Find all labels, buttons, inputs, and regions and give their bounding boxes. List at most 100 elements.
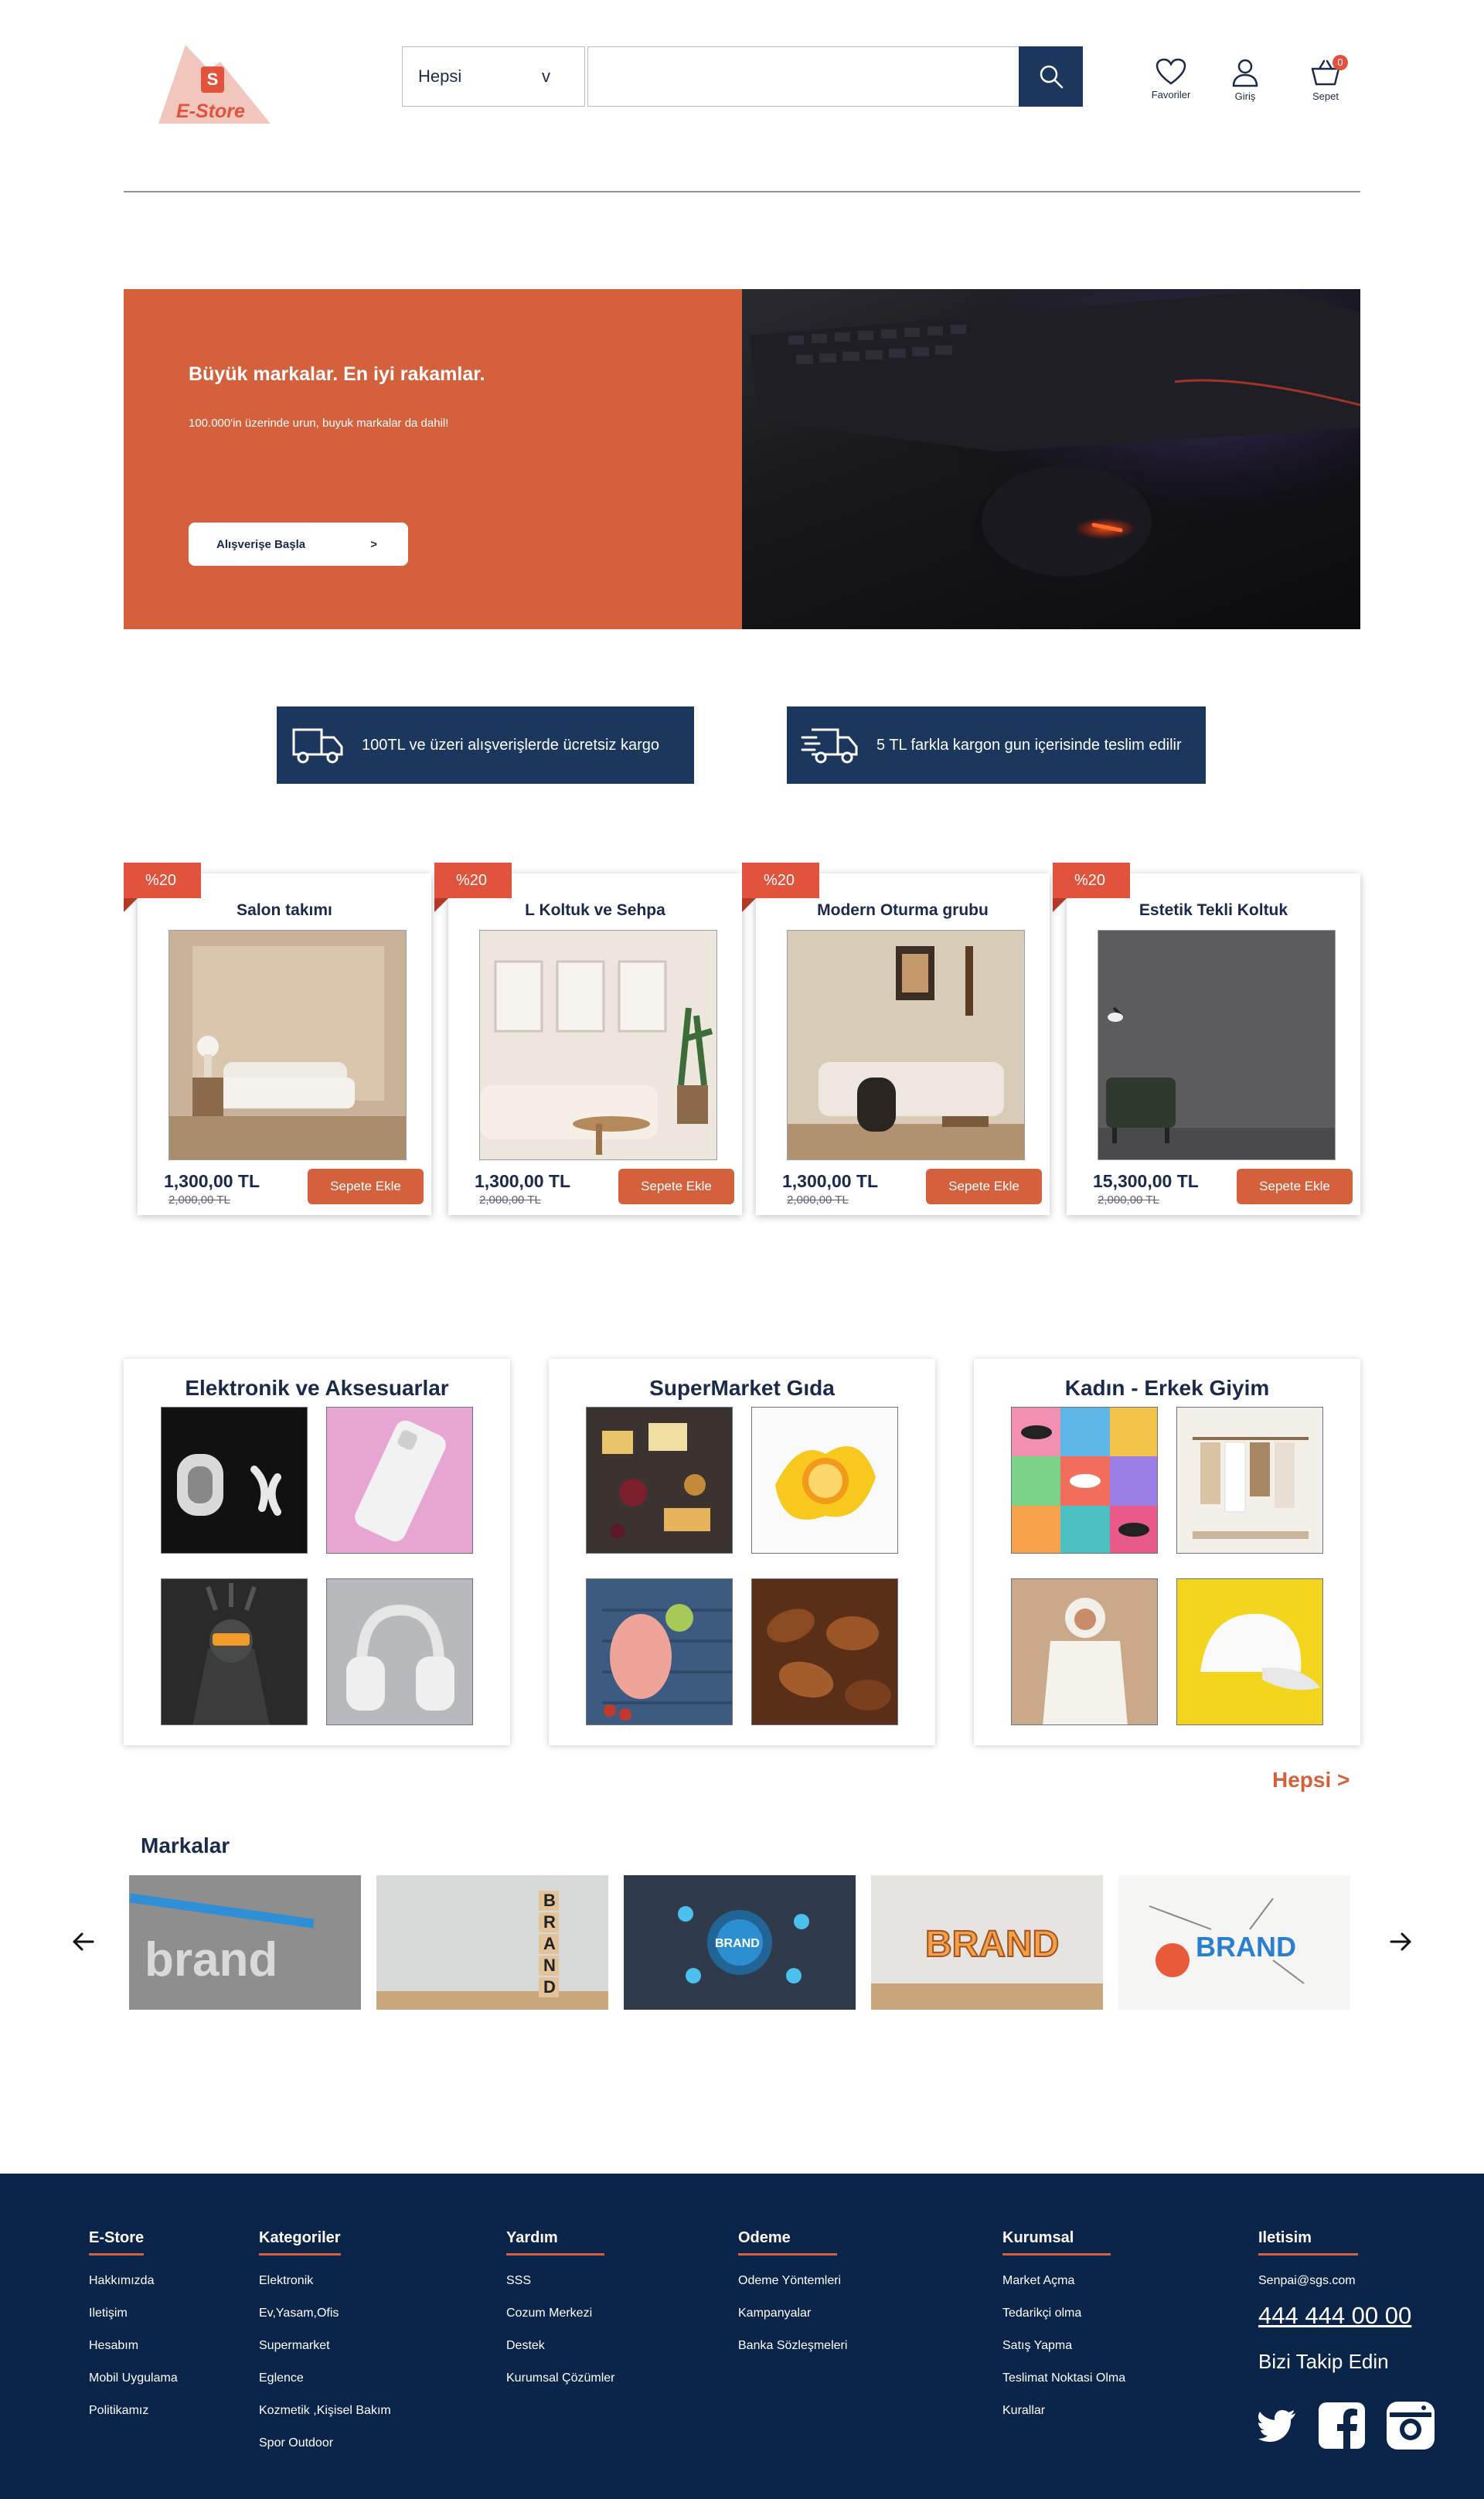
svg-text:R: R — [543, 1912, 556, 1932]
follow-us-label: Bizi Takip Edin — [1258, 2350, 1389, 2373]
footer-link[interactable]: Destek — [506, 2339, 614, 2353]
category-title: Elektronik ve Aksesuarlar — [185, 1376, 449, 1400]
category-image-dates[interactable] — [751, 1578, 898, 1725]
search-category-value: Hepsi — [418, 66, 462, 86]
hero-title: Büyük markalar. En iyi rakamlar. — [189, 363, 485, 385]
brand-logo-4: BRAND — [871, 1875, 1103, 2010]
category-image-chicken[interactable] — [586, 1578, 733, 1725]
search-button[interactable] — [1019, 46, 1083, 107]
contact-email[interactable]: Senpai@sgs.com — [1258, 2274, 1435, 2288]
brand-item[interactable]: B R A N D — [376, 1875, 608, 2010]
phone-icon — [327, 1408, 472, 1553]
wardrobe-icon — [1177, 1408, 1322, 1553]
category-card-supermarket[interactable]: SuperMarket Gıda — [549, 1359, 935, 1745]
footer-link[interactable]: Cozum Merkezi — [506, 2307, 614, 2320]
product-image[interactable] — [168, 930, 407, 1160]
category-image-cheese-board[interactable] — [586, 1407, 733, 1554]
add-to-cart-button[interactable]: Sepete Ekle — [1237, 1169, 1353, 1204]
brand-item[interactable]: BRAND — [624, 1875, 856, 2010]
cart-link[interactable]: 0 Sepet — [1291, 55, 1360, 102]
arrow-left-icon[interactable] — [68, 1926, 99, 1957]
category-card-clothing[interactable]: Kadın - Erkek Giyim — [974, 1359, 1360, 1745]
category-image-headphones[interactable] — [326, 1578, 473, 1725]
product-card[interactable]: %20 L Koltuk ve Sehpa 1,300,00 TL 2,000,… — [434, 863, 742, 1215]
category-image-wardrobe[interactable] — [1176, 1407, 1323, 1554]
footer-column-contact: Iletisim Senpai@sgs.com 444 444 00 00 Bi… — [1258, 2229, 1435, 2450]
footer-column-title: E-Store — [89, 2229, 145, 2256]
footer-link[interactable]: Kozmetik ,Kişisel Bakım — [259, 2404, 391, 2418]
heart-icon — [1156, 58, 1186, 85]
add-to-cart-button[interactable]: Sepete Ekle — [308, 1169, 424, 1204]
footer-link[interactable]: Banka Sözleşmeleri — [738, 2339, 847, 2353]
footer-link[interactable]: Kurallar — [1002, 2404, 1125, 2418]
category-card-electronics[interactable]: Elektronik ve Aksesuarlar — [124, 1359, 510, 1745]
brand-item[interactable]: BRAND — [1118, 1875, 1350, 2010]
footer-link[interactable]: Kampanyalar — [738, 2307, 847, 2320]
product-price: 1,300,00 TL — [164, 1171, 260, 1191]
footer-link[interactable]: Tedarikçi olma — [1002, 2307, 1125, 2320]
footer-link[interactable]: Hesabım — [89, 2339, 178, 2353]
footer-link[interactable]: Kurumsal Çözümler — [506, 2371, 614, 2385]
footer-link[interactable]: Satış Yapma — [1002, 2339, 1125, 2353]
footer-link[interactable]: Hakkımızda — [89, 2274, 178, 2288]
category-image-earbuds[interactable] — [161, 1407, 308, 1554]
discount-badge: %20 — [434, 863, 512, 898]
search-category-select[interactable]: Hepsi v — [402, 46, 585, 107]
footer-column-help: Yardım SSS Cozum Merkezi Destek Kurumsal… — [506, 2229, 614, 2385]
product-card[interactable]: %20 Modern Oturma grubu 1,300,00 TL 2,00… — [742, 863, 1050, 1215]
discount-badge: %20 — [1053, 863, 1130, 898]
see-all-link[interactable]: Hepsi > — [1272, 1768, 1350, 1793]
favorites-link[interactable]: Favoriler — [1136, 58, 1206, 100]
product-card[interactable]: %20 Estetik Tekli Koltuk 15,300,00 TL 2,… — [1053, 863, 1360, 1215]
product-price: 1,300,00 TL — [475, 1171, 571, 1191]
footer-link[interactable]: Eglence — [259, 2371, 391, 2385]
product-image[interactable] — [479, 930, 717, 1160]
footer-link[interactable]: Market Açma — [1002, 2274, 1125, 2288]
category-image-phone[interactable] — [326, 1407, 473, 1554]
add-to-cart-button[interactable]: Sepete Ekle — [618, 1169, 734, 1204]
free-shipping-banner: 100TL ve üzeri alışverişlerde ücretsiz k… — [277, 706, 694, 784]
footer-link[interactable]: Elektronik — [259, 2274, 391, 2288]
product-image[interactable] — [787, 930, 1025, 1160]
category-image-vr-statue[interactable] — [161, 1578, 308, 1725]
product-card[interactable]: %20 Salon takımı 1,300,00 TL 2,000,00 TL… — [124, 863, 431, 1215]
start-shopping-button[interactable]: Alışverişe Başla > — [189, 523, 408, 566]
contact-phone[interactable]: 444 444 00 00 — [1258, 2302, 1435, 2330]
fast-shipping-text: 5 TL farkla kargon gun içerisinde teslim… — [876, 736, 1182, 754]
facebook-icon[interactable] — [1319, 2402, 1365, 2449]
twitter-icon[interactable] — [1258, 2409, 1297, 2442]
discount-badge: %20 — [124, 863, 201, 898]
footer-link[interactable]: Teslimat Noktasi Olma — [1002, 2371, 1125, 2385]
footer-link[interactable]: Mobil Uygulama — [89, 2371, 178, 2385]
footer-link[interactable]: Ev,Yasam,Ofis — [259, 2307, 391, 2320]
hero-image-keyboard-mouse — [742, 289, 1360, 629]
footer-link[interactable]: Supermarket — [259, 2339, 391, 2353]
footer-link[interactable]: SSS — [506, 2274, 614, 2288]
category-image-juice-splash[interactable] — [751, 1407, 898, 1554]
logo[interactable]: S E-Store — [155, 39, 274, 128]
keyboard-mouse-illustration — [742, 289, 1360, 629]
footer-link[interactable]: Politikamız — [89, 2404, 178, 2418]
brand-item[interactable]: brand — [129, 1875, 361, 2010]
brand-logo-1: brand — [129, 1875, 361, 2010]
arrow-right-icon[interactable] — [1385, 1926, 1416, 1957]
category-title: Kadın - Erkek Giyim — [1064, 1376, 1270, 1400]
search-input[interactable] — [587, 46, 1020, 107]
category-image-hoodie[interactable] — [1011, 1578, 1158, 1725]
hoodie-icon — [1012, 1579, 1157, 1724]
category-image-cap[interactable] — [1176, 1578, 1323, 1725]
category-image-shoes-grid[interactable] — [1011, 1407, 1158, 1554]
arrow-right-glyph — [1390, 1932, 1411, 1951]
footer-link[interactable]: Spor Outdoor — [259, 2436, 391, 2450]
instagram-icon[interactable] — [1387, 2402, 1435, 2450]
add-to-cart-button[interactable]: Sepete Ekle — [926, 1169, 1042, 1204]
login-link[interactable]: Giriş — [1210, 58, 1280, 102]
footer-column-title: Iletisim — [1258, 2229, 1358, 2256]
footer-link[interactable]: Iletişim — [89, 2307, 178, 2320]
footer-link[interactable]: Odeme Yöntemleri — [738, 2274, 847, 2288]
brand-item[interactable]: BRAND — [871, 1875, 1103, 2010]
product-image[interactable] — [1098, 930, 1336, 1160]
svg-text:D: D — [543, 1977, 556, 1997]
chicken-icon — [587, 1579, 732, 1724]
site-header: S E-Store Hepsi v Favoriler Giriş 0 Sepe… — [0, 0, 1484, 193]
